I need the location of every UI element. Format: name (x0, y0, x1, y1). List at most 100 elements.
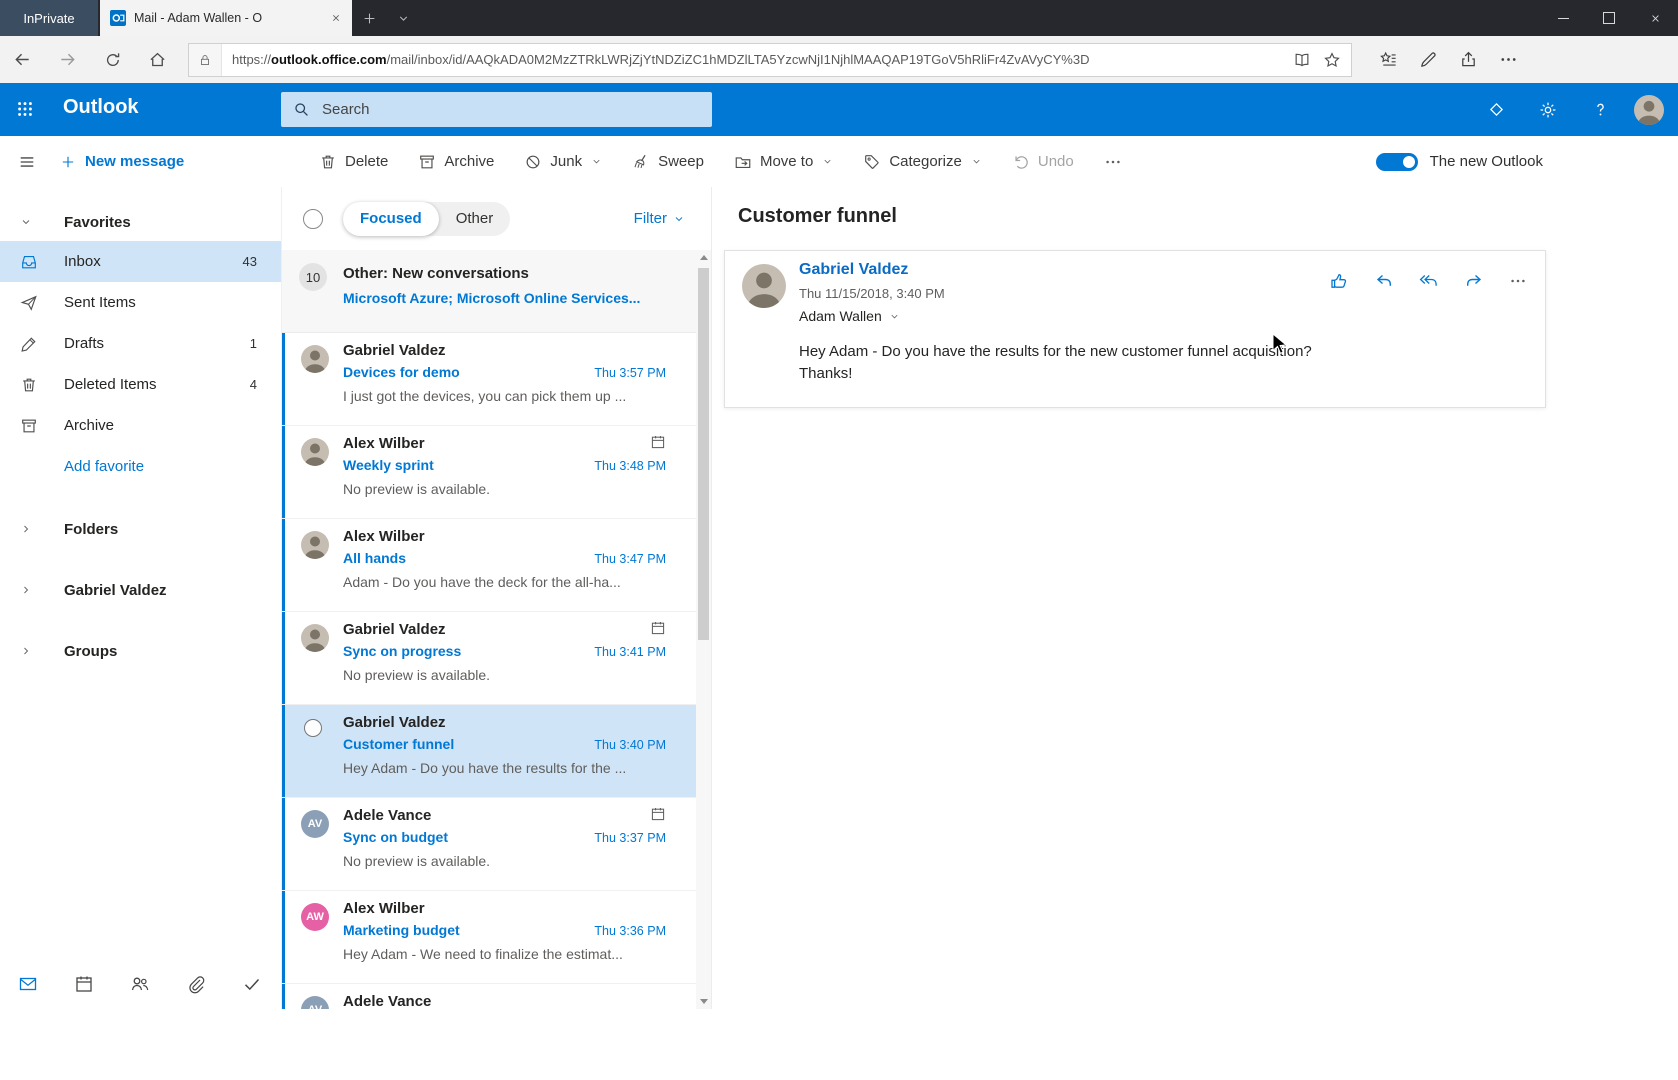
share-icon[interactable] (1448, 50, 1488, 69)
settings-gear-icon[interactable] (1522, 83, 1574, 136)
message-row[interactable]: AV Adele Vance Sync on budget Thu 3:37 P… (282, 798, 696, 891)
message-row[interactable]: AV Adele Vance New onboarding process Th… (282, 984, 696, 1009)
sidebar-item-archive[interactable]: Archive (0, 405, 281, 446)
like-icon[interactable] (1329, 271, 1349, 291)
tasks-check-icon[interactable] (242, 974, 262, 994)
search-box[interactable] (281, 92, 712, 127)
message-list-header: Focused Other Filter (282, 187, 711, 250)
sweep-button[interactable]: Sweep (632, 153, 704, 171)
groups-section-header[interactable]: Groups (0, 632, 281, 670)
scroll-down-arrow[interactable] (700, 999, 708, 1004)
files-paperclip-icon[interactable] (186, 974, 206, 994)
scroll-up-arrow[interactable] (700, 255, 708, 260)
junk-chevron-icon[interactable] (591, 156, 602, 167)
web-note-pen-icon[interactable] (1408, 50, 1448, 69)
sidebar-item-sent-items[interactable]: Sent Items (0, 282, 281, 323)
new-message-button[interactable]: New message (60, 153, 184, 170)
refresh-button[interactable] (90, 36, 135, 83)
mail-module-icon[interactable] (18, 974, 38, 994)
recipients-chevron-icon[interactable] (889, 311, 900, 322)
home-button[interactable] (135, 36, 180, 83)
categorize-button[interactable]: Categorize (863, 153, 982, 171)
move-to-button[interactable]: Move to (734, 153, 833, 171)
message-select-radio[interactable] (304, 719, 322, 737)
new-tab-button[interactable] (352, 0, 386, 36)
move-to-chevron-icon[interactable] (822, 156, 833, 167)
people-module-icon[interactable] (130, 974, 150, 994)
tab-focused[interactable]: Focused (343, 202, 439, 236)
sidebar-item-inbox[interactable]: Inbox43 (0, 241, 281, 282)
maximize-button[interactable] (1586, 0, 1632, 36)
scrollbar-thumb[interactable] (698, 268, 709, 640)
junk-button[interactable]: Junk (524, 153, 602, 171)
calendar-module-icon[interactable] (74, 974, 94, 994)
add-favorite-button[interactable]: Add favorite (0, 446, 281, 487)
sidebar-item-deleted-items[interactable]: Deleted Items4 (0, 364, 281, 405)
tab-other[interactable]: Other (439, 202, 511, 236)
minimize-button[interactable] (1540, 0, 1586, 36)
address-toolbar: https://outlook.office.com/mail/inbox/id… (0, 36, 1678, 84)
mouse-cursor (1272, 333, 1289, 357)
inprivate-label: InPrivate (23, 11, 74, 26)
folders-section-header[interactable]: Folders (0, 510, 281, 548)
account-avatar[interactable] (1634, 95, 1664, 125)
message-more-icon[interactable] (1509, 272, 1527, 290)
message-row-selected[interactable]: Gabriel Valdez Customer funnel Thu 3:40 … (282, 705, 696, 798)
message-sender: Gabriel Valdez (343, 621, 446, 638)
back-button[interactable] (0, 36, 45, 83)
message-row[interactable]: Alex Wilber Weekly sprint Thu 3:48 PM No… (282, 426, 696, 519)
tab-list-chevron-icon[interactable] (386, 0, 420, 36)
search-input[interactable] (320, 100, 700, 119)
filter-chevron-icon (673, 213, 685, 225)
message-card[interactable]: Gabriel Valdez Thu 11/15/2018, 3:40 PM A… (724, 250, 1546, 408)
sidebar-item-drafts[interactable]: Drafts1 (0, 323, 281, 364)
reading-view-icon[interactable] (1293, 51, 1311, 69)
pencil-icon (20, 335, 44, 353)
user-folder-section-header[interactable]: Gabriel Valdez (0, 571, 281, 609)
browser-more-icon[interactable] (1488, 50, 1528, 69)
reply-all-icon[interactable] (1419, 271, 1439, 291)
favorites-section-header[interactable]: Favorites (0, 203, 281, 241)
tab-close-icon[interactable] (330, 12, 342, 24)
message-sender: Gabriel Valdez (343, 342, 446, 359)
app-brand: Outlook (63, 96, 139, 119)
message-sender: Alex Wilber (343, 900, 425, 917)
browser-tab[interactable]: Mail - Adam Wallen - O (100, 0, 352, 36)
hamburger-menu-icon[interactable] (18, 153, 36, 171)
focused-other-toggle: Focused Other (343, 202, 510, 236)
chevron-right-icon (20, 523, 44, 535)
avatar-initials: AW (301, 903, 329, 931)
other-conversations-banner[interactable]: 10 Other: New conversations Microsoft Az… (282, 250, 696, 333)
list-scrollbar[interactable] (696, 250, 711, 1009)
message-subject: Devices for demo (343, 364, 460, 380)
message-preview: No preview is available. (343, 853, 678, 869)
message-preview: No preview is available. (343, 481, 678, 497)
message-row[interactable]: Gabriel Valdez Devices for demo Thu 3:57… (282, 333, 696, 426)
message-time: Thu 3:36 PM (594, 924, 666, 938)
message-time: Thu 3:48 PM (594, 459, 666, 473)
help-icon[interactable] (1574, 83, 1626, 136)
add-favorite-star-icon[interactable] (1323, 51, 1341, 69)
delete-button[interactable]: Delete (319, 153, 388, 171)
categorize-chevron-icon[interactable] (971, 156, 982, 167)
app-launcher-waffle-icon[interactable] (16, 100, 34, 118)
outlook-favicon (110, 10, 126, 26)
select-all-checkbox[interactable] (303, 209, 323, 229)
message-row[interactable]: AW Alex Wilber Marketing budget Thu 3:36… (282, 891, 696, 984)
undo-button[interactable]: Undo (1012, 153, 1074, 171)
forward-button[interactable] (45, 36, 90, 83)
favorites-hub-icon[interactable] (1368, 50, 1408, 69)
filter-button[interactable]: Filter (634, 210, 685, 227)
sender-name[interactable]: Gabriel Valdez (799, 261, 908, 279)
archive-button[interactable]: Archive (418, 153, 494, 171)
message-row[interactable]: Gabriel Valdez Sync on progress Thu 3:41… (282, 612, 696, 705)
recipient-row[interactable]: Adam Wallen (799, 308, 900, 324)
message-row[interactable]: Alex Wilber All hands Thu 3:47 PM Adam -… (282, 519, 696, 612)
close-window-button[interactable] (1632, 0, 1678, 36)
commands-more-icon[interactable] (1104, 153, 1122, 171)
forward-icon[interactable] (1464, 271, 1484, 291)
address-bar[interactable]: https://outlook.office.com/mail/inbox/id… (188, 43, 1352, 77)
skype-icon[interactable] (1470, 83, 1522, 136)
reply-icon[interactable] (1374, 271, 1394, 291)
new-outlook-toggle[interactable] (1376, 153, 1418, 171)
